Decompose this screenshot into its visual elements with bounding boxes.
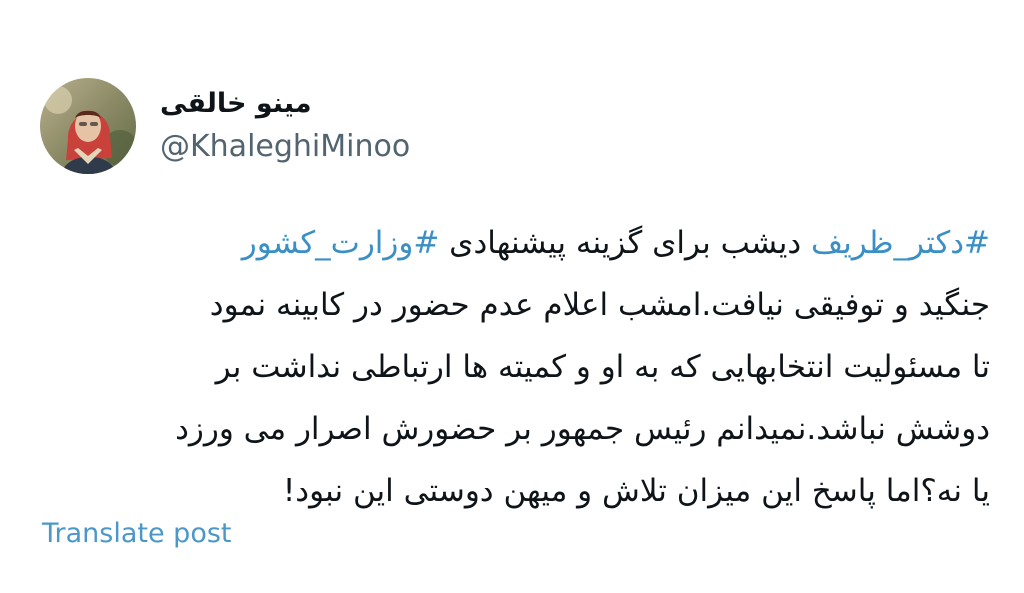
- post-text: #دکتر_ظریف دیشب برای گزینه پیشنهادی #وزا…: [30, 212, 990, 522]
- author-handle[interactable]: @KhaleghiMinoo: [160, 126, 410, 168]
- post-line-1: #دکتر_ظریف دیشب برای گزینه پیشنهادی #وزا…: [30, 212, 990, 274]
- post-line-3: تا مسئولیت انتخابهایی که به او و کمیته ه…: [215, 349, 990, 385]
- post-line-2: جنگید و توفیقی نیافت.امشب اعلام عدم حضور…: [209, 287, 990, 323]
- translate-post-link[interactable]: Translate post: [42, 518, 232, 549]
- post-header: مینو خالقی @KhaleghiMinoo: [40, 78, 410, 174]
- hashtag-interior-ministry[interactable]: #وزارت_کشور: [242, 225, 440, 261]
- tweet-post: مینو خالقی @KhaleghiMinoo #دکتر_ظریف دیش…: [0, 0, 1024, 593]
- profile-photo-icon: [40, 78, 136, 174]
- post-line-1-text: دیشب برای گزینه پیشنهادی: [439, 225, 811, 261]
- post-line-4: دوشش نباشد.نمیدانم رئیس جمهور بر حضورش ا…: [175, 411, 990, 447]
- author-display-name[interactable]: مینو خالقی: [160, 84, 410, 124]
- hashtag-zarif[interactable]: #دکتر_ظریف: [811, 225, 990, 261]
- post-line-5: یا نه؟اما پاسخ این میزان تلاش و میهن دوس…: [282, 473, 990, 509]
- avatar[interactable]: [40, 78, 136, 174]
- author-names: مینو خالقی @KhaleghiMinoo: [160, 84, 410, 168]
